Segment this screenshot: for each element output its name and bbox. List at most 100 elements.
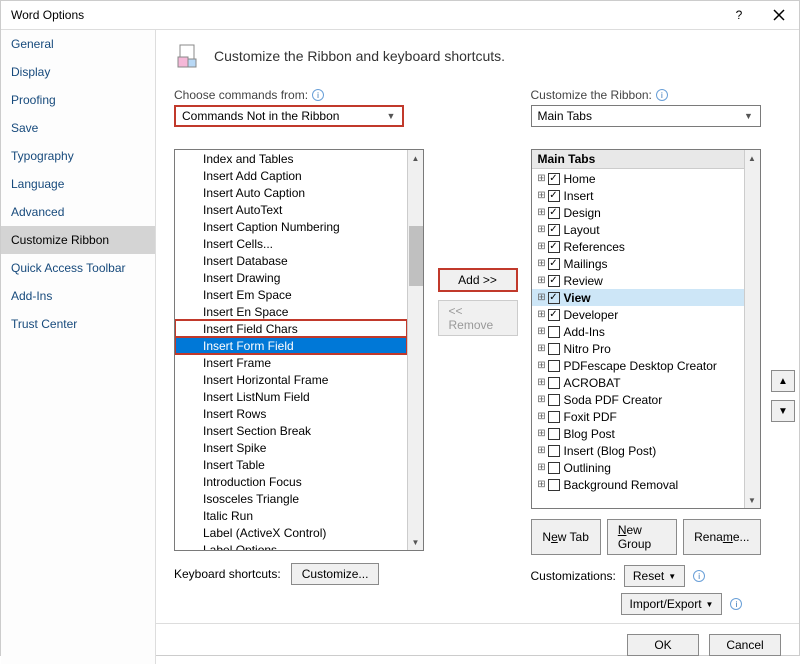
scroll-up-icon[interactable]: ▲ xyxy=(745,150,760,166)
expander-icon[interactable]: ⊞ xyxy=(536,190,548,201)
checkbox[interactable] xyxy=(548,377,560,389)
checkbox[interactable] xyxy=(548,428,560,440)
expander-icon[interactable]: ⊞ xyxy=(536,462,548,473)
tree-item[interactable]: ⊞✓Review xyxy=(532,272,744,289)
sidebar-item-proofing[interactable]: Proofing xyxy=(1,86,155,114)
reset-button[interactable]: Reset ▼ xyxy=(624,565,685,587)
command-item[interactable]: Insert Table xyxy=(175,456,407,473)
tree-item[interactable]: ⊞✓Developer xyxy=(532,306,744,323)
expander-icon[interactable]: ⊞ xyxy=(536,411,548,422)
scroll-up-icon[interactable]: ▲ xyxy=(408,150,423,166)
command-item[interactable]: Insert Frame xyxy=(175,354,407,371)
move-up-button[interactable]: ▲ xyxy=(771,370,795,392)
info-icon[interactable]: i xyxy=(730,598,742,610)
expander-icon[interactable]: ⊞ xyxy=(536,377,548,388)
checkbox[interactable]: ✓ xyxy=(548,207,560,219)
sidebar-item-general[interactable]: General xyxy=(1,30,155,58)
expander-icon[interactable]: ⊞ xyxy=(536,479,548,490)
new-group-button[interactable]: New Group xyxy=(607,519,677,555)
customize-keyboard-button[interactable]: Customize... xyxy=(291,563,380,585)
info-icon[interactable]: i xyxy=(312,89,324,101)
sidebar-item-quick-access-toolbar[interactable]: Quick Access Toolbar xyxy=(1,254,155,282)
tree-item[interactable]: ⊞✓View xyxy=(532,289,744,306)
command-item[interactable]: Insert Form Field xyxy=(175,337,407,354)
checkbox[interactable]: ✓ xyxy=(548,309,560,321)
command-item[interactable]: Label Options... xyxy=(175,541,407,550)
command-item[interactable]: Insert Spike xyxy=(175,439,407,456)
scrollbar[interactable]: ▲ ▼ xyxy=(407,150,423,550)
tree-item[interactable]: ⊞PDFescape Desktop Creator xyxy=(532,357,744,374)
checkbox[interactable]: ✓ xyxy=(548,292,560,304)
command-item[interactable]: Introduction Focus xyxy=(175,473,407,490)
checkbox[interactable]: ✓ xyxy=(548,173,560,185)
tree-item[interactable]: ⊞✓Layout xyxy=(532,221,744,238)
expander-icon[interactable]: ⊞ xyxy=(536,326,548,337)
tabs-treeview[interactable]: Main Tabs ⊞✓Home⊞✓Insert⊞✓Design⊞✓Layout… xyxy=(531,149,761,509)
sidebar-item-customize-ribbon[interactable]: Customize Ribbon xyxy=(1,226,155,254)
command-item[interactable]: Insert Horizontal Frame xyxy=(175,371,407,388)
tree-item[interactable]: ⊞Outlining xyxy=(532,459,744,476)
scroll-thumb[interactable] xyxy=(409,226,423,286)
tree-item[interactable]: ⊞Blog Post xyxy=(532,425,744,442)
command-item[interactable]: Insert Rows xyxy=(175,405,407,422)
info-icon[interactable]: i xyxy=(656,89,668,101)
command-item[interactable]: Insert Cells... xyxy=(175,235,407,252)
sidebar-item-language[interactable]: Language xyxy=(1,170,155,198)
tree-item[interactable]: ⊞Soda PDF Creator xyxy=(532,391,744,408)
new-tab-button[interactable]: New Tab xyxy=(531,519,601,555)
scrollbar[interactable]: ▲ ▼ xyxy=(744,150,760,508)
checkbox[interactable] xyxy=(548,343,560,355)
command-item[interactable]: Insert Drawing xyxy=(175,269,407,286)
tree-item[interactable]: ⊞Foxit PDF xyxy=(532,408,744,425)
expander-icon[interactable]: ⊞ xyxy=(536,207,548,218)
tree-item[interactable]: ⊞Insert (Blog Post) xyxy=(532,442,744,459)
sidebar-item-save[interactable]: Save xyxy=(1,114,155,142)
expander-icon[interactable]: ⊞ xyxy=(536,309,548,320)
command-item[interactable]: Italic Run xyxy=(175,507,407,524)
checkbox[interactable]: ✓ xyxy=(548,241,560,253)
sidebar-item-add-ins[interactable]: Add-Ins xyxy=(1,282,155,310)
command-item[interactable]: Index and Tables xyxy=(175,150,407,167)
command-item[interactable]: Insert Database xyxy=(175,252,407,269)
expander-icon[interactable]: ⊞ xyxy=(536,241,548,252)
sidebar-item-trust-center[interactable]: Trust Center xyxy=(1,310,155,338)
checkbox[interactable] xyxy=(548,462,560,474)
close-button[interactable] xyxy=(759,1,799,29)
command-item[interactable]: Insert ListNum Field xyxy=(175,388,407,405)
info-icon[interactable]: i xyxy=(693,570,705,582)
command-item[interactable]: Insert AutoText xyxy=(175,201,407,218)
expander-icon[interactable]: ⊞ xyxy=(536,173,548,184)
expander-icon[interactable]: ⊞ xyxy=(536,258,548,269)
tree-item[interactable]: ⊞✓References xyxy=(532,238,744,255)
command-item[interactable]: Insert Field Chars xyxy=(175,320,407,337)
command-item[interactable]: Insert Em Space xyxy=(175,286,407,303)
expander-icon[interactable]: ⊞ xyxy=(536,343,548,354)
expander-icon[interactable]: ⊞ xyxy=(536,275,548,286)
tree-item[interactable]: ⊞✓Design xyxy=(532,204,744,221)
expander-icon[interactable]: ⊞ xyxy=(536,292,548,303)
sidebar-item-advanced[interactable]: Advanced xyxy=(1,198,155,226)
tree-item[interactable]: ⊞Nitro Pro xyxy=(532,340,744,357)
ok-button[interactable]: OK xyxy=(627,634,699,656)
checkbox[interactable] xyxy=(548,360,560,372)
sidebar-item-typography[interactable]: Typography xyxy=(1,142,155,170)
tree-item[interactable]: ⊞ACROBAT xyxy=(532,374,744,391)
checkbox[interactable] xyxy=(548,411,560,423)
add-button[interactable]: Add >> xyxy=(438,268,518,292)
expander-icon[interactable]: ⊞ xyxy=(536,445,548,456)
command-item[interactable]: Insert Add Caption xyxy=(175,167,407,184)
expander-icon[interactable]: ⊞ xyxy=(536,428,548,439)
help-button[interactable]: ? xyxy=(719,1,759,29)
command-item[interactable]: Insert Caption Numbering xyxy=(175,218,407,235)
checkbox[interactable]: ✓ xyxy=(548,258,560,270)
tree-item[interactable]: ⊞✓Insert xyxy=(532,187,744,204)
expander-icon[interactable]: ⊞ xyxy=(536,360,548,371)
command-item[interactable]: Label (ActiveX Control) xyxy=(175,524,407,541)
tree-item[interactable]: ⊞✓Home xyxy=(532,170,744,187)
rename-button[interactable]: Rename... xyxy=(683,519,760,555)
checkbox[interactable]: ✓ xyxy=(548,224,560,236)
tree-item[interactable]: ⊞✓Mailings xyxy=(532,255,744,272)
checkbox[interactable] xyxy=(548,326,560,338)
expander-icon[interactable]: ⊞ xyxy=(536,394,548,405)
checkbox[interactable] xyxy=(548,445,560,457)
